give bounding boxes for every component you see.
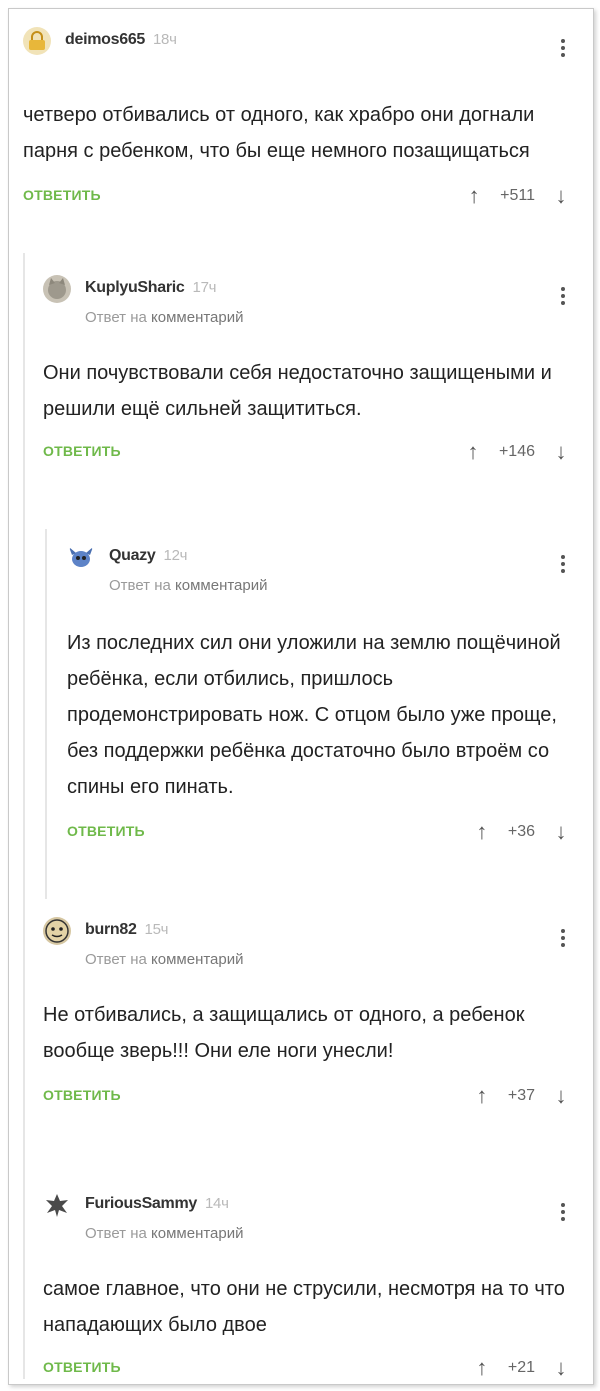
comment-actions: ОТВЕТИТЬ ↑ +37 ↓ <box>43 1083 573 1117</box>
arrow-down-icon[interactable]: ↓ <box>549 819 573 845</box>
arrow-down-icon[interactable]: ↓ <box>549 183 573 209</box>
vote-controls: ↑ +511 ↓ <box>462 183 573 209</box>
vote-controls: ↑ +146 ↓ <box>461 439 573 465</box>
arrow-up-icon[interactable]: ↑ <box>470 819 494 845</box>
comment-author[interactable]: FuriousSammy 14ч <box>85 1195 229 1213</box>
reply-button[interactable]: ОТВЕТИТЬ <box>43 1359 121 1375</box>
reply-target-link[interactable]: комментарий <box>151 1225 243 1242</box>
arrow-down-icon[interactable]: ↓ <box>549 1355 573 1381</box>
more-vertical-icon[interactable] <box>553 553 573 577</box>
more-vertical-icon[interactable] <box>553 927 573 951</box>
thread-line[interactable] <box>23 253 25 1379</box>
comment-time: 12ч <box>163 547 188 564</box>
lock-avatar-icon <box>29 31 45 50</box>
score: +146 <box>498 443 535 460</box>
comment-header: deimos665 18ч <box>23 23 573 67</box>
avatar[interactable] <box>43 275 71 303</box>
stitch-avatar-icon <box>69 547 93 567</box>
reply-button[interactable]: ОТВЕТИТЬ <box>23 187 101 203</box>
avatar[interactable] <box>43 1191 71 1219</box>
arrow-down-icon[interactable]: ↓ <box>549 1083 573 1109</box>
cat-avatar-icon <box>48 278 66 299</box>
reply-to: Ответ на комментарий <box>109 577 268 594</box>
comment-kuplyusharic: KuplyuSharic 17ч Ответ на комментарий Они… <box>43 271 573 473</box>
comment-author[interactable]: deimos665 18ч <box>65 31 177 49</box>
score: +37 <box>507 1087 535 1104</box>
more-vertical-icon[interactable] <box>553 285 573 309</box>
comment-text: четверо отбивались от одного, как храбро… <box>23 104 535 162</box>
comment-burn82: burn82 15ч Ответ на комментарий Не отбива… <box>43 913 573 1117</box>
thread-line-nested[interactable] <box>45 529 47 899</box>
spiky-avatar-icon <box>46 1194 68 1217</box>
vote-controls: ↑ +37 ↓ <box>470 1083 573 1109</box>
score: +21 <box>507 1359 535 1376</box>
reply-to: Ответ на комментарий <box>85 951 244 968</box>
comment-header: Quazy 12ч Ответ на комментарий <box>67 539 573 594</box>
reply-button[interactable]: ОТВЕТИТЬ <box>43 443 121 459</box>
comment-text: Не отбивались, а защищались от одного, а… <box>43 1004 525 1062</box>
more-vertical-icon[interactable] <box>553 1201 573 1225</box>
comment-time: 15ч <box>144 921 169 938</box>
arrow-down-icon[interactable]: ↓ <box>549 439 573 465</box>
score: +511 <box>500 187 535 204</box>
arrow-up-icon[interactable]: ↑ <box>461 439 485 465</box>
comment-deimos665: deimos665 18ч четверо отбивались от одног… <box>23 23 573 217</box>
comment-furioussammy: FuriousSammy 14ч Ответ на комментарий сам… <box>43 1187 573 1384</box>
face-avatar-icon <box>45 919 69 943</box>
reply-target-link[interactable]: комментарий <box>175 577 267 594</box>
comment-actions: ОТВЕТИТЬ ↑ +36 ↓ <box>67 819 573 853</box>
comment-text: Из последних сил они уложили на землю по… <box>67 632 561 798</box>
reply-to: Ответ на комментарий <box>85 309 244 326</box>
comment-actions: ОТВЕТИТЬ ↑ +21 ↓ <box>43 1355 573 1384</box>
reply-button[interactable]: ОТВЕТИТЬ <box>43 1087 121 1103</box>
comment-header: burn82 15ч Ответ на комментарий <box>43 913 573 968</box>
comment-text: самое главное, что они не струсили, несм… <box>43 1278 565 1336</box>
avatar[interactable] <box>23 27 51 55</box>
arrow-up-icon[interactable]: ↑ <box>462 183 486 209</box>
vote-controls: ↑ +21 ↓ <box>470 1355 573 1381</box>
vote-controls: ↑ +36 ↓ <box>470 819 573 845</box>
comment-author[interactable]: Quazy 12ч <box>109 547 187 565</box>
comment-author[interactable]: KuplyuSharic 17ч <box>85 279 216 297</box>
comment-quazy: Quazy 12ч Ответ на комментарий Из последн… <box>67 539 573 853</box>
avatar[interactable] <box>67 543 95 571</box>
comment-header: FuriousSammy 14ч Ответ на комментарий <box>43 1187 573 1242</box>
comment-author[interactable]: burn82 15ч <box>85 921 168 939</box>
score: +36 <box>507 823 535 840</box>
comment-time: 18ч <box>153 31 177 48</box>
comment-time: 14ч <box>205 1195 229 1212</box>
reply-target-link[interactable]: комментарий <box>151 309 243 326</box>
comments-page: deimos665 18ч четверо отбивались от одног… <box>8 8 594 1385</box>
reply-to: Ответ на комментарий <box>85 1225 244 1242</box>
reply-button[interactable]: ОТВЕТИТЬ <box>67 823 145 839</box>
arrow-up-icon[interactable]: ↑ <box>470 1355 494 1381</box>
comment-header: KuplyuSharic 17ч Ответ на комментарий <box>43 271 573 326</box>
more-vertical-icon[interactable] <box>553 37 573 61</box>
comment-actions: ОТВЕТИТЬ ↑ +511 ↓ <box>23 183 573 217</box>
comment-text: Они почувствовали себя недостаточно защи… <box>43 362 552 420</box>
reply-target-link[interactable]: комментарий <box>151 951 243 968</box>
comment-time: 17ч <box>192 279 217 296</box>
comment-actions: ОТВЕТИТЬ ↑ +146 ↓ <box>43 439 573 473</box>
avatar[interactable] <box>43 917 71 945</box>
arrow-up-icon[interactable]: ↑ <box>470 1083 494 1109</box>
